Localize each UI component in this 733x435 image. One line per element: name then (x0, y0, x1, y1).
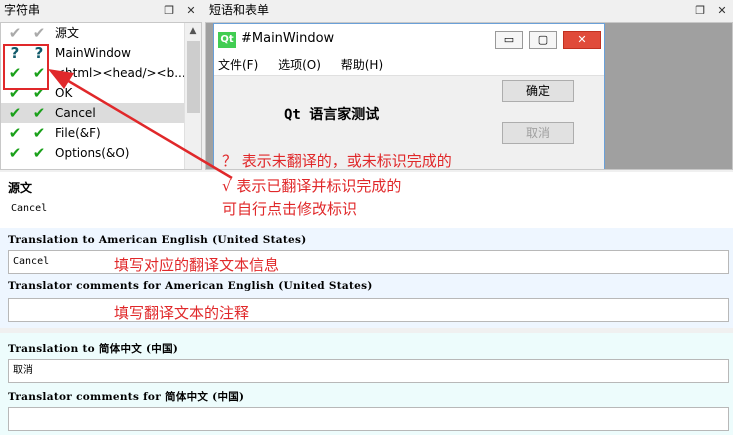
preview-menubar: 文件(F) 选项(O) 帮助(H) (214, 54, 604, 76)
gray-check-icon[interactable]: ✔ (29, 23, 49, 43)
qt-logo-icon: Qt (218, 32, 236, 48)
phrases-forms-dock: 短语和表单 ❐ ✕ Qt #MainWindow ▭ ▢ ✕ 文件(F) 选项(… (205, 0, 733, 172)
form-preview: Qt #MainWindow ▭ ▢ ✕ 文件(F) 选项(O) 帮助(H) Q… (205, 22, 733, 170)
string-row-selected[interactable]: ✔ ✔ Cancel (1, 103, 201, 123)
string-text: 源文 (55, 26, 80, 40)
annotation-untranslated: ？ 表示未翻译的，或未标识完成的 (222, 152, 452, 170)
green-check-icon[interactable]: ✔ (29, 123, 49, 143)
annotation-translated: √ 表示已翻译并标识完成的 (222, 177, 402, 195)
scroll-up-icon[interactable]: ▲ (185, 23, 201, 40)
strings-dock-title-text: 字符串 (4, 3, 41, 17)
preview-label: Qt 语言家测试 (284, 107, 380, 123)
green-check-icon[interactable]: ✔ (29, 143, 49, 163)
string-text: Cancel (55, 106, 96, 120)
ok-button[interactable]: 确定 (502, 80, 574, 102)
chinese-translation-label: Translation to 简体中文 (中国) (8, 343, 179, 355)
string-text: MainWindow (55, 46, 131, 60)
chinese-comments-label: Translator comments for 简体中文 (中国) (8, 391, 245, 403)
preview-title: #MainWindow (241, 31, 335, 46)
minimize-icon[interactable]: ▭ (495, 31, 523, 49)
chinese-comments-field[interactable] (8, 407, 729, 431)
string-text: <html><head/><b... (55, 66, 186, 80)
phrases-dock-title-text: 短语和表单 (209, 3, 270, 17)
menu-file[interactable]: 文件(F) (218, 58, 258, 72)
string-row[interactable]: ✔ ✔ 源文 (1, 23, 201, 43)
green-check-icon[interactable]: ✔ (29, 103, 49, 123)
string-text: File(&F) (55, 126, 101, 140)
english-comments-label: Translator comments for American English… (8, 280, 373, 292)
green-check-icon[interactable]: ✔ (5, 143, 25, 163)
english-block: Translation to American English (United … (0, 228, 733, 328)
annotation-translation-hint: 填写对应的翻译文本信息 (114, 256, 280, 274)
cancel-button[interactable]: 取消 (502, 122, 574, 144)
chinese-translation-field[interactable]: 取消 (8, 359, 729, 383)
source-text: Cancel (11, 203, 48, 214)
string-row[interactable]: ✔ ✔ File(&F) (1, 123, 201, 143)
close-window-icon[interactable]: ✕ (563, 31, 601, 49)
preview-window: Qt #MainWindow ▭ ▢ ✕ 文件(F) 选项(O) 帮助(H) Q… (213, 23, 605, 169)
english-translation-label: Translation to American English (United … (8, 234, 307, 246)
menu-help[interactable]: 帮助(H) (341, 58, 383, 72)
annotation-comments-hint: 填写翻译文本的注释 (114, 304, 250, 322)
green-check-icon[interactable]: ✔ (5, 123, 25, 143)
string-row[interactable]: ✔ ✔ Options(&O) (1, 143, 201, 163)
strings-scrollbar[interactable]: ▲ (184, 23, 201, 169)
preview-titlebar: Qt #MainWindow ▭ ▢ ✕ (214, 24, 604, 54)
string-text: OK (55, 86, 73, 100)
green-check-icon[interactable]: ✔ (5, 103, 25, 123)
close-icon[interactable]: ✕ (715, 1, 729, 21)
close-icon[interactable]: ✕ (184, 1, 198, 21)
chinese-block: Translation to 简体中文 (中国) 取消 Translator c… (0, 333, 733, 435)
restore-icon[interactable]: ❐ (693, 1, 707, 21)
annotation-click-to-edit: 可自行点击修改标识 (222, 200, 358, 218)
string-text: Options(&O) (55, 146, 130, 160)
menu-options[interactable]: 选项(O) (278, 58, 321, 72)
source-header: 源文 (8, 181, 33, 195)
scroll-thumb[interactable] (187, 41, 200, 113)
restore-icon[interactable]: ❐ (162, 1, 176, 21)
linguist-screen: 字符串 ❐ ✕ ✔ ✔ 源文 ? ? MainWindow ✔ ✔ <html>… (0, 0, 733, 435)
translation-editor: 源文 Cancel Translation to American Englis… (0, 172, 733, 435)
strings-dock-title: 字符串 ❐ ✕ (0, 0, 202, 20)
phrases-dock-title: 短语和表单 ❐ ✕ (205, 0, 733, 20)
question-mark-highlight (3, 44, 49, 90)
gray-check-icon[interactable]: ✔ (5, 23, 25, 43)
maximize-icon[interactable]: ▢ (529, 31, 557, 49)
